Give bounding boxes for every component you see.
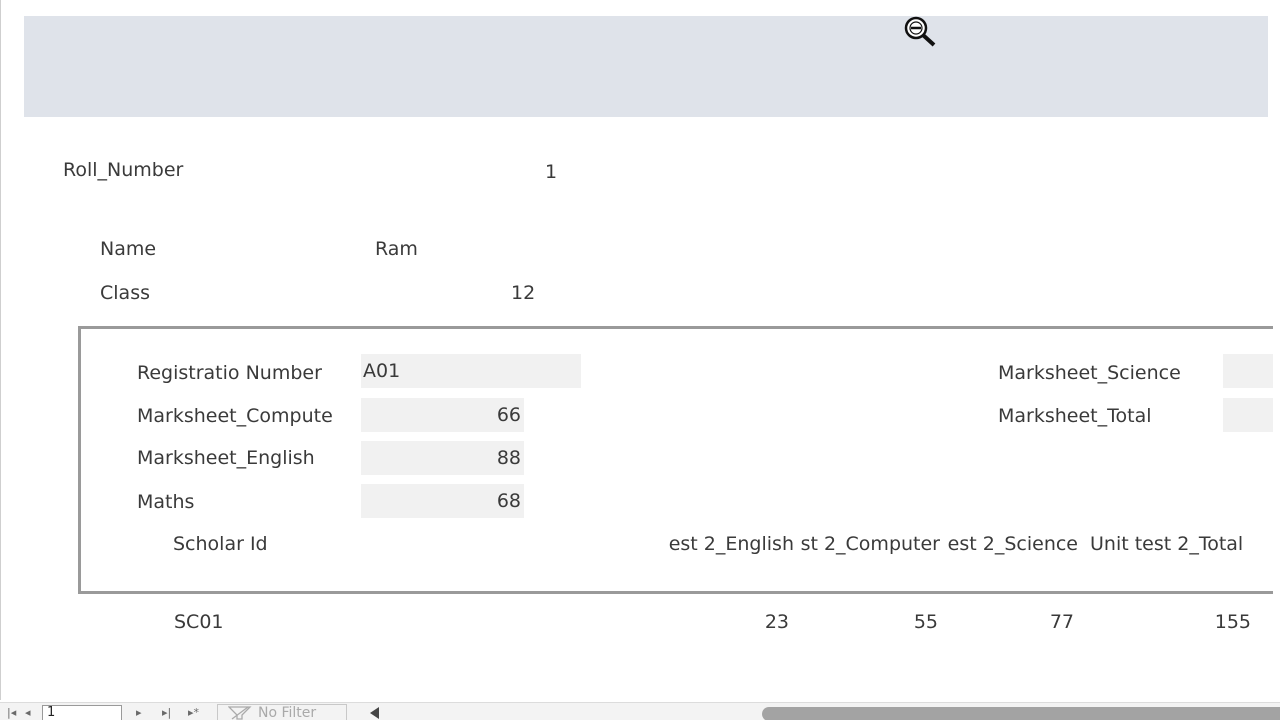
filter-icon [228,706,252,720]
last-record-icon[interactable]: ▸| [162,705,171,720]
new-record-icon[interactable]: ▸* [188,705,199,720]
unit-test2-english-column-header: est 2_English [669,532,794,556]
window-left-border [0,0,1,700]
first-record-icon[interactable]: |◂ [7,705,16,720]
roll-number-value[interactable]: 1 [545,160,557,184]
marksheet-english-label: Marksheet_English [137,447,315,469]
name-label: Name [100,238,157,260]
unit-test2-english-header-text: est 2_English [669,533,794,555]
unit-test2-science-header-text: est 2_Science [947,533,1078,555]
zoom-out-magnifier-icon [904,16,936,47]
marksheet-computer-label: Marksheet_Compute [137,405,333,427]
horizontal-scrollbar-thumb[interactable] [762,707,1280,720]
marksheet-subform: Registratio Number A01 Marksheet_Compute… [78,326,1273,594]
marksheet-science-field[interactable] [1223,354,1273,388]
marksheet-english-field[interactable]: 88 [361,441,524,475]
form-header [24,16,1268,117]
unit-test2-science-column-header: est 2_Science [945,532,1078,556]
access-form-view: Roll_Number 1 Name Ram Class 12 Registra… [0,0,1280,720]
class-value[interactable]: 12 [511,281,535,305]
marksheet-science-label: Marksheet_Science [998,362,1181,384]
registration-number-field[interactable]: A01 [361,354,581,388]
unit-test2-computer-header-text: st 2_Computer [800,533,940,555]
unit-test2-computer-column-header: st 2_Computer [798,532,940,556]
maths-field[interactable]: 68 [361,484,524,518]
current-record-input[interactable]: 1 [42,705,122,720]
next-record-icon[interactable]: ▸ [136,705,142,720]
no-filter-label: No Filter [258,705,317,720]
scholar-id-column-header: Scholar Id [173,533,268,555]
scroll-left-arrow-icon[interactable] [370,707,379,719]
marksheet-total-field[interactable] [1223,398,1273,432]
unit-test2-total-column-header: Unit test 2_Total [1090,533,1244,555]
marksheet-total-label: Marksheet_Total [998,405,1152,427]
class-label: Class [100,282,150,304]
maths-label: Maths [137,491,195,513]
roll-number-label: Roll_Number [63,159,184,181]
scholar-row-id[interactable]: SC01 [174,610,224,634]
previous-record-icon[interactable]: ◂ [25,705,31,720]
no-filter-button[interactable]: No Filter [217,704,347,720]
record-navigation-bar: |◂ ◂ 1 ▸ ▸| ▸* No Filter [0,702,1280,720]
marksheet-computer-field[interactable]: 66 [361,398,524,432]
scholar-row-computer[interactable]: 55 [890,610,938,634]
name-value[interactable]: Ram [375,237,418,261]
registration-number-label: Registratio Number [137,362,322,384]
scholar-row-total[interactable]: 155 [1200,610,1251,634]
scholar-row-science[interactable]: 77 [1025,610,1074,634]
scholar-row-english[interactable]: 23 [740,610,789,634]
